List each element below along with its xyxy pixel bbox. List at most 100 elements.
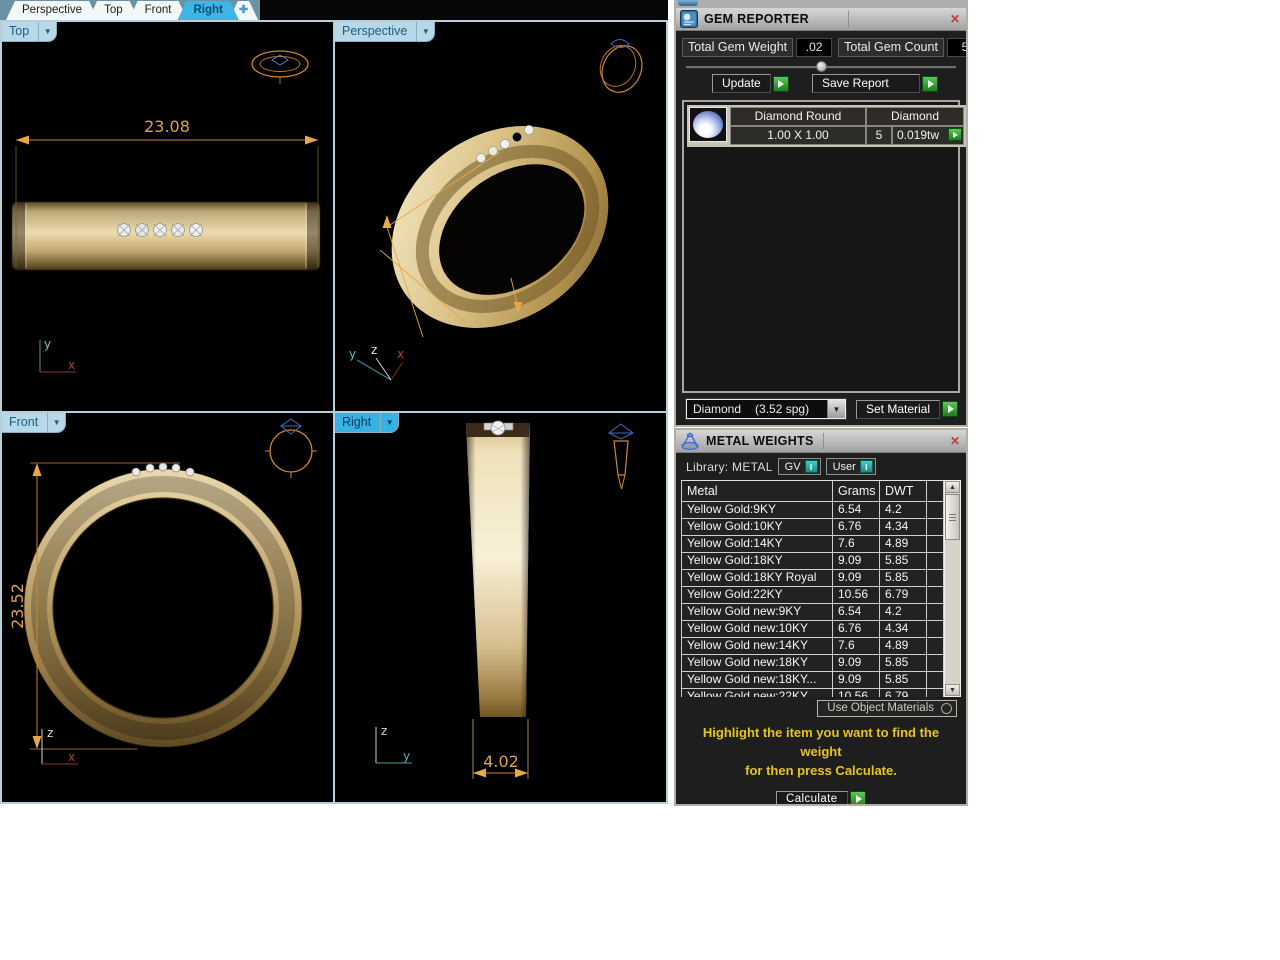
tab-strip: Perspective Top Front Right ✚: [0, 0, 260, 20]
use-object-materials-toggle[interactable]: Use Object Materials: [817, 700, 957, 717]
table-row[interactable]: Yellow Gold:14KY 7.6 4.89: [682, 536, 944, 553]
gem-reporter-titlebar[interactable]: GEM REPORTER ✕: [676, 8, 966, 31]
viewport-perspective[interactable]: y z x Perspective ▼: [335, 22, 666, 411]
chevron-down-icon[interactable]: ▼: [381, 413, 398, 432]
thumb-grip: [949, 513, 956, 521]
titlebar-divider: [823, 433, 824, 449]
scrollbar-thumb[interactable]: [945, 494, 960, 540]
slider-knob[interactable]: [816, 61, 827, 72]
table-row[interactable]: Yellow Gold new:18KY... 9.09 5.85: [682, 672, 944, 689]
table-row[interactable]: Yellow Gold:18KY 9.09 5.85: [682, 553, 944, 570]
viewport-label-top[interactable]: Top ▼: [2, 22, 58, 42]
viewport-label-right[interactable]: Right ▼: [335, 413, 400, 433]
axis-indicator-perspective: y z x: [349, 343, 404, 381]
material-dropdown[interactable]: Diamond (3.52 spg) ▼: [685, 398, 847, 420]
ring-band-perspective: [391, 126, 609, 328]
metal-table-header: Metal Grams DWT: [682, 481, 944, 502]
table-row[interactable]: Yellow Gold new:18KY 9.09 5.85: [682, 655, 944, 672]
table-row[interactable]: Yellow Gold:18KY Royal 9.09 5.85: [682, 570, 944, 587]
use-object-materials-row: Use Object Materials: [676, 697, 966, 717]
viewport-label-perspective[interactable]: Perspective ▼: [335, 22, 436, 42]
top-view-canvas: 23.08 y x: [11, 50, 321, 373]
gem-weight-value: 0.019tw: [897, 128, 940, 142]
set-material-button[interactable]: Set Material: [856, 399, 941, 419]
viewport-right[interactable]: 4.02 z y Right ▼: [335, 413, 666, 802]
metal-table-scrollbar[interactable]: ▲ ▼: [944, 480, 961, 697]
viewport-label-front[interactable]: Front ▼: [2, 413, 67, 433]
column-header-grams[interactable]: Grams: [833, 481, 880, 502]
dimension-value-width: 4.02: [483, 752, 519, 771]
gem-report-row[interactable]: Diamond Round Diamond 1.00 X 1.00 5 0.01…: [687, 105, 966, 147]
axis-label-z: z: [371, 343, 377, 357]
instruction-line-2: for then press Calculate.: [745, 762, 897, 778]
width-dimension-side: 4.02: [472, 719, 529, 779]
calculate-button[interactable]: Calculate: [776, 790, 848, 804]
save-report-button[interactable]: Save Report: [812, 74, 920, 93]
axis-label-z: z: [47, 726, 53, 740]
table-row[interactable]: Yellow Gold new:9KY 6.54 4.2: [682, 604, 944, 621]
gem-report-list: Diamond Round Diamond 1.00 X 1.00 5 0.01…: [682, 100, 966, 393]
instruction-line-1: Highlight the item you want to find the …: [702, 725, 940, 759]
column-header-dwt[interactable]: DWT: [880, 481, 927, 502]
dimension-value-width: 23.08: [144, 117, 190, 136]
material-density: (3.52 spg): [755, 402, 810, 416]
tab-right[interactable]: Right: [177, 1, 238, 20]
viewport-tab-bar: Perspective Top Front Right ✚: [0, 0, 668, 20]
table-row[interactable]: Yellow Gold:9KY 6.54 4.2: [682, 502, 944, 519]
gem-stone-image: [693, 111, 723, 138]
panel-title: METAL WEIGHTS: [706, 434, 814, 448]
front-view-canvas: 23.52 z x: [8, 418, 317, 765]
axis-label-y: y: [44, 337, 51, 351]
calculate-play-button[interactable]: [850, 791, 866, 804]
table-row[interactable]: Yellow Gold:22KY 10.56 6.79: [682, 587, 944, 604]
scroll-up-icon[interactable]: ▲: [945, 481, 960, 493]
update-play-button[interactable]: [772, 75, 789, 92]
metal-table-area: Metal Grams DWT Yellow Gold:9KY 6.54 4.2 Y…: [681, 480, 961, 697]
gem-reporter-icon: [680, 10, 698, 28]
info-icon: I: [859, 460, 873, 473]
axis-label-x: x: [397, 347, 404, 361]
close-icon[interactable]: ✕: [948, 434, 962, 448]
viewport-top[interactable]: 23.08 y x Top ▼: [2, 22, 333, 411]
viewport-label-text: Front: [9, 415, 39, 429]
gem-row-play-button[interactable]: [948, 128, 962, 141]
tab-front[interactable]: Front: [129, 1, 188, 20]
total-gem-weight-value: .02: [796, 38, 833, 57]
table-row-partial[interactable]: Yellow Gold new:22KY 10.56 6.79: [682, 689, 944, 697]
chevron-down-icon[interactable]: ▼: [417, 22, 434, 41]
gem-reporter-body: Total Gem Weight .02 Total Gem Count 5 U…: [676, 31, 966, 425]
scroll-down-icon[interactable]: ▼: [945, 684, 960, 696]
user-toggle-button[interactable]: User I: [825, 458, 876, 475]
material-row: Diamond (3.52 spg) ▼ Set Material: [685, 398, 959, 420]
metal-weights-titlebar[interactable]: METAL WEIGHTS ✕: [676, 430, 966, 453]
update-button[interactable]: Update: [712, 74, 771, 93]
close-icon[interactable]: ✕: [948, 12, 962, 26]
column-header-metal[interactable]: Metal: [682, 481, 833, 502]
gem-row-table: Diamond Round Diamond 1.00 X 1.00 5 0.01…: [730, 107, 964, 145]
gem-count-cell: 5: [866, 126, 892, 145]
axis-indicator-top-view: y x: [39, 337, 76, 373]
material-name: Diamond: [693, 402, 742, 416]
set-material-play-button[interactable]: [942, 401, 959, 417]
use-object-materials-label: Use Object Materials: [827, 702, 934, 714]
axis-indicator-front-view: z x: [41, 726, 78, 765]
axis-label-y: y: [403, 749, 410, 763]
chevron-down-icon[interactable]: ▼: [48, 413, 65, 432]
chevron-down-icon[interactable]: ▼: [39, 22, 56, 41]
gem-report-slider[interactable]: [686, 60, 956, 72]
total-gem-weight-label: Total Gem Weight: [682, 38, 794, 57]
viewport-front[interactable]: 23.52 z x Front ▼: [2, 413, 333, 802]
gv-toggle-button[interactable]: GV I: [777, 458, 821, 475]
viewport-label-text: Perspective: [342, 24, 408, 38]
table-row[interactable]: Yellow Gold new:14KY 7.6 4.89: [682, 638, 944, 655]
chevron-down-icon[interactable]: ▼: [827, 400, 845, 418]
gem-material-cell: Diamond: [866, 107, 964, 126]
save-report-play-button[interactable]: [922, 75, 938, 92]
table-row[interactable]: Yellow Gold new:10KY 6.76 4.34: [682, 621, 944, 638]
radio-icon[interactable]: [941, 702, 952, 714]
total-gem-count-label: Total Gem Count: [838, 38, 944, 57]
tab-perspective[interactable]: Perspective: [6, 1, 98, 20]
table-row[interactable]: Yellow Gold:10KY 6.76 4.34: [682, 519, 944, 536]
axis-label-x: x: [68, 750, 75, 764]
metal-weights-panel: METAL WEIGHTS ✕ Library: METAL GV I User…: [674, 428, 968, 806]
